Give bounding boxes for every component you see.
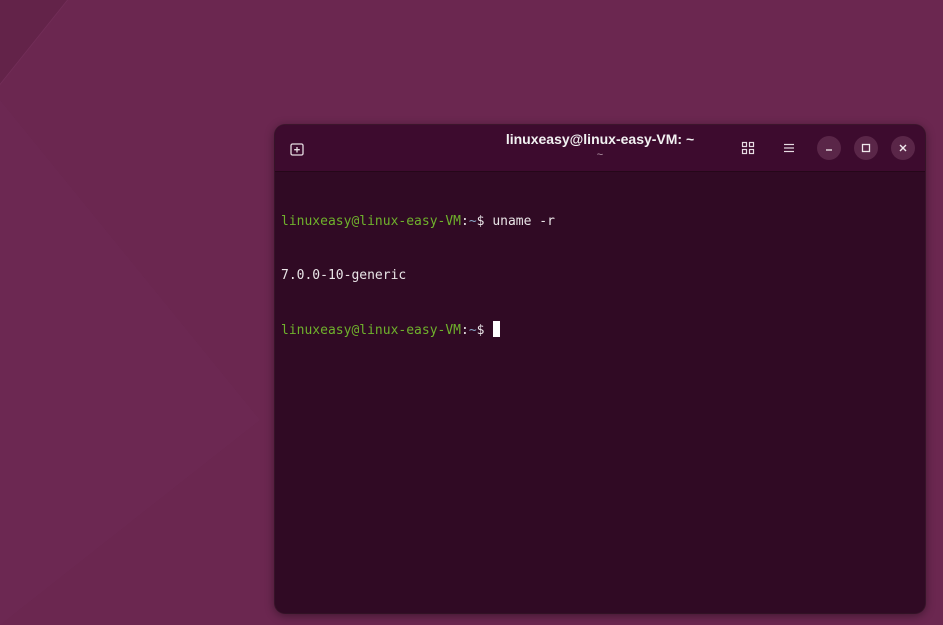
maximize-icon (861, 143, 871, 153)
window-subtitle: ~ (596, 149, 604, 161)
prompt-symbol: $ (476, 323, 493, 338)
command-output: 7.0.0-10-generic (281, 268, 407, 283)
terminal-line-command: linuxeasy@linux-easy-VM:~$ uname -r (281, 213, 919, 231)
prompt-separator: : (461, 214, 469, 229)
close-icon (899, 144, 907, 152)
prompt-path: ~ (468, 323, 477, 338)
window-title: linuxeasy@linux-easy-VM: ~ (505, 131, 695, 147)
prompt-separator: : (461, 323, 469, 338)
terminal-window: linuxeasy@linux-easy-VM: ~ ~ linuxeasy@l… (275, 125, 925, 613)
maximize-button[interactable] (854, 136, 878, 160)
close-button[interactable] (891, 136, 915, 160)
prompt-user-host: linuxeasy@linux-easy-VM (281, 323, 462, 338)
terminal-line-prompt: linuxeasy@linux-easy-VM:~$ (281, 321, 919, 339)
hamburger-menu-icon (784, 143, 794, 153)
terminal-area[interactable]: linuxeasy@linux-easy-VM:~$ uname -r 7.0.… (281, 177, 919, 607)
prompt-path: ~ (468, 214, 477, 229)
minimize-icon (826, 149, 832, 151)
window-title-area: linuxeasy@linux-easy-VM: ~ ~ (425, 130, 775, 161)
grid-icon (741, 141, 755, 155)
text-cursor (493, 321, 501, 337)
main-menu-button[interactable] (776, 135, 802, 161)
new-tab-button[interactable] (285, 137, 309, 161)
titlebar[interactable]: linuxeasy@linux-easy-VM: ~ ~ (275, 125, 925, 172)
terminal-line-output: 7.0.0-10-generic (281, 267, 919, 285)
overview-button[interactable] (735, 135, 761, 161)
prompt-symbol: $ (476, 214, 493, 229)
minimize-button[interactable] (817, 136, 841, 160)
prompt-user-host: linuxeasy@linux-easy-VM (281, 214, 462, 229)
new-tab-icon (290, 143, 304, 156)
command-text: uname -r (492, 214, 555, 229)
